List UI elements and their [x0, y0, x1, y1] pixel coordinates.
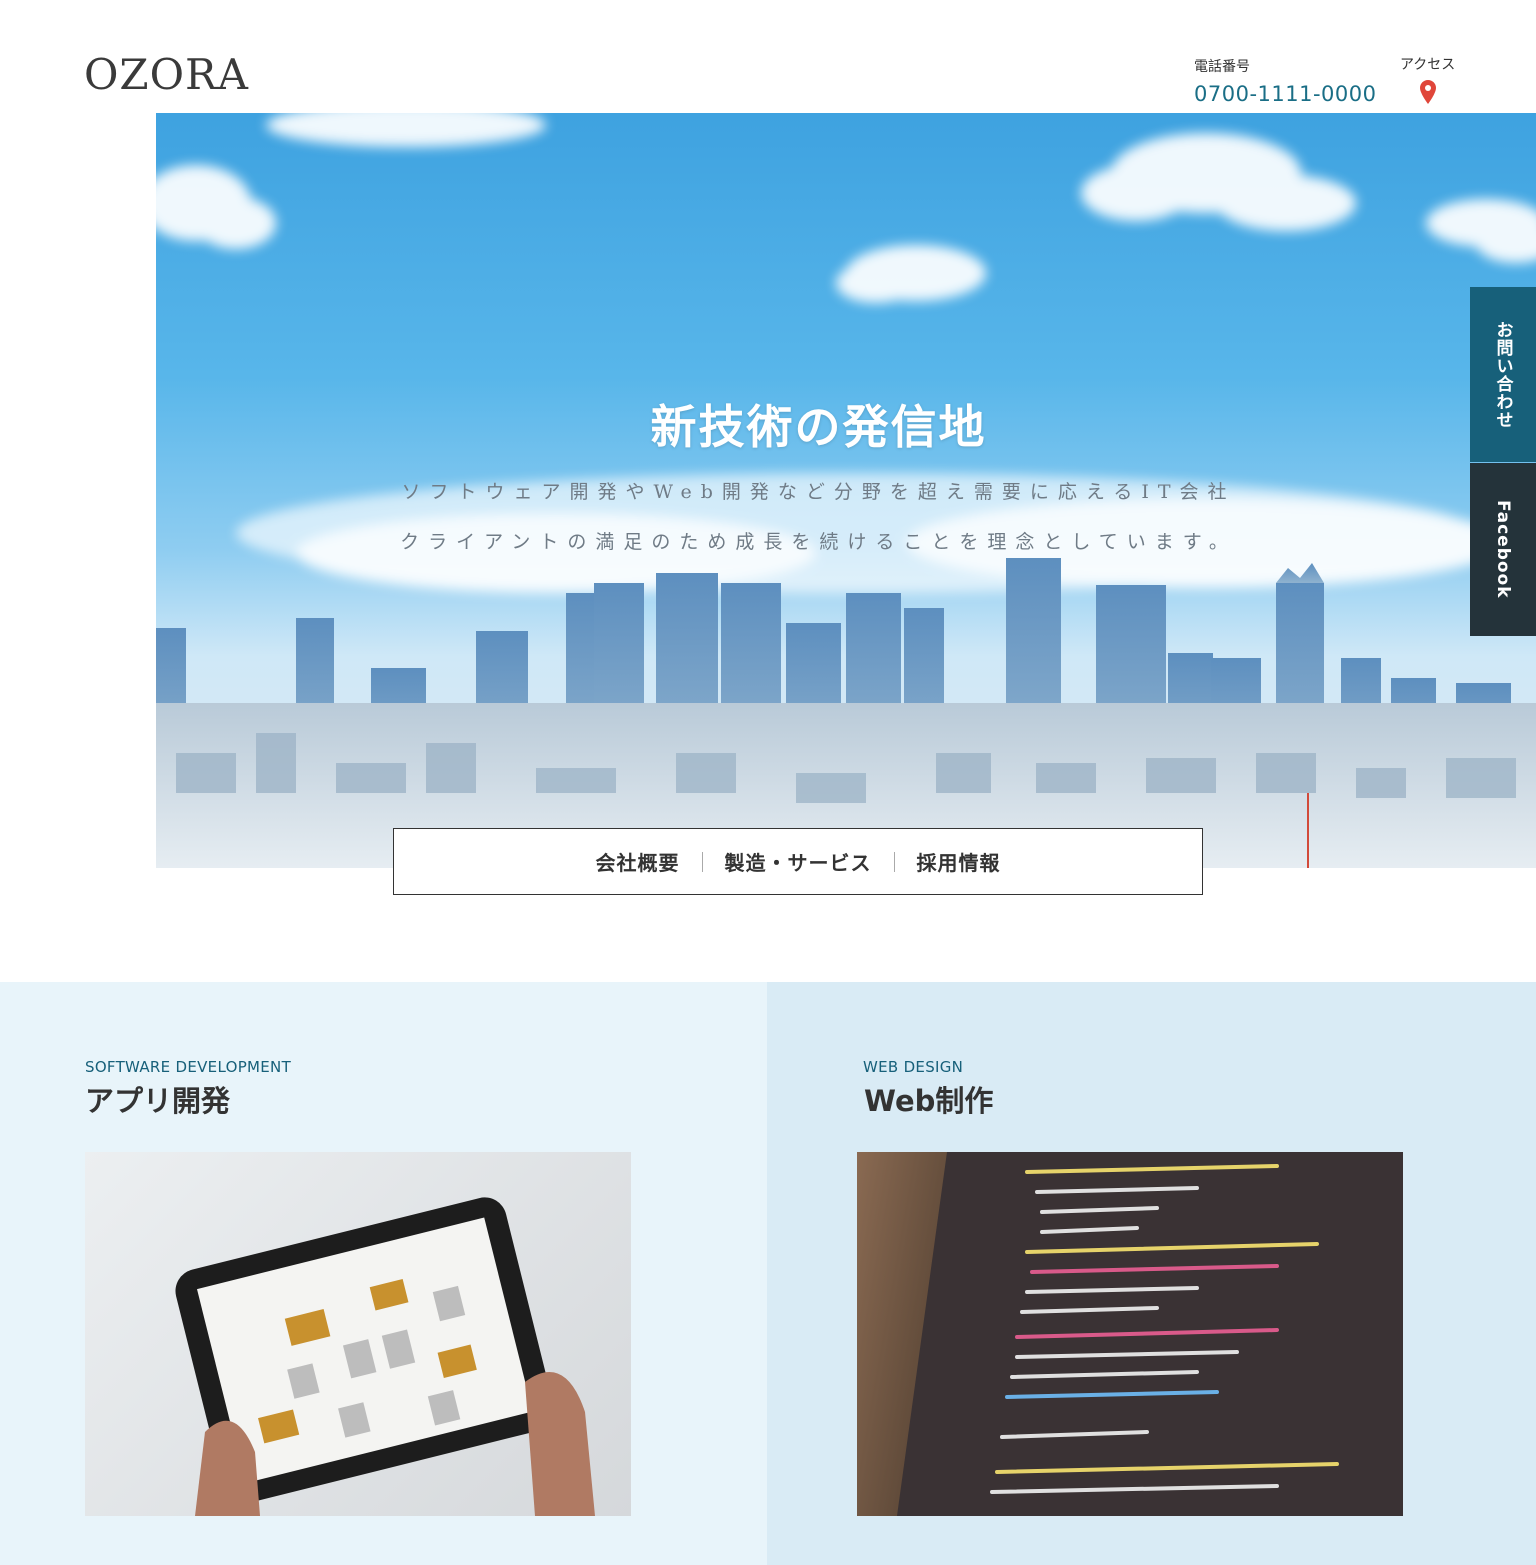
- phone-block: 電話番号 0700-1111-0000: [1194, 56, 1377, 106]
- contact-tab[interactable]: お問い合わせ: [1470, 287, 1536, 462]
- nav-item-services[interactable]: 製造・サービス: [703, 847, 894, 876]
- facebook-tab[interactable]: Facebook: [1470, 463, 1536, 636]
- code-screen-photo: [857, 1152, 1403, 1516]
- main-nav: 会社概要 製造・サービス 採用情報: [393, 828, 1203, 895]
- service-title: Web制作: [864, 1084, 994, 1118]
- access-link[interactable]: アクセス: [1400, 54, 1455, 104]
- nav-item-company[interactable]: 会社概要: [574, 847, 702, 876]
- phone-number[interactable]: 0700-1111-0000: [1194, 82, 1377, 106]
- service-title: アプリ開発: [85, 1084, 231, 1118]
- tablet-photo: [85, 1152, 631, 1516]
- service-eyebrow: SOFTWARE DEVELOPMENT: [85, 1058, 292, 1076]
- service-card-app[interactable]: SOFTWARE DEVELOPMENT アプリ開発: [0, 982, 767, 1565]
- service-eyebrow: WEB DESIGN: [863, 1058, 964, 1076]
- service-card-web[interactable]: WEB DESIGN Web制作: [767, 982, 1536, 1565]
- map-pin-icon: [1419, 80, 1436, 104]
- nav-item-recruit[interactable]: 採用情報: [895, 847, 1023, 876]
- hero-banner: 新技術の発信地 ソフトウェア開発やWeb開発など分野を超え需要に応えるIT会社 …: [156, 113, 1536, 868]
- hero-subtitle-line2: クライアントの満足のため成長を続けることを理念としています。: [400, 531, 1237, 553]
- site-logo[interactable]: OZORA: [84, 50, 249, 99]
- hero-subtitle-line1: ソフトウェア開発やWeb開発など分野を超え需要に応えるIT会社: [401, 481, 1236, 503]
- access-label: アクセス: [1400, 57, 1456, 73]
- hero-title: 新技術の発信地: [650, 400, 987, 454]
- phone-label: 電話番号: [1194, 59, 1250, 75]
